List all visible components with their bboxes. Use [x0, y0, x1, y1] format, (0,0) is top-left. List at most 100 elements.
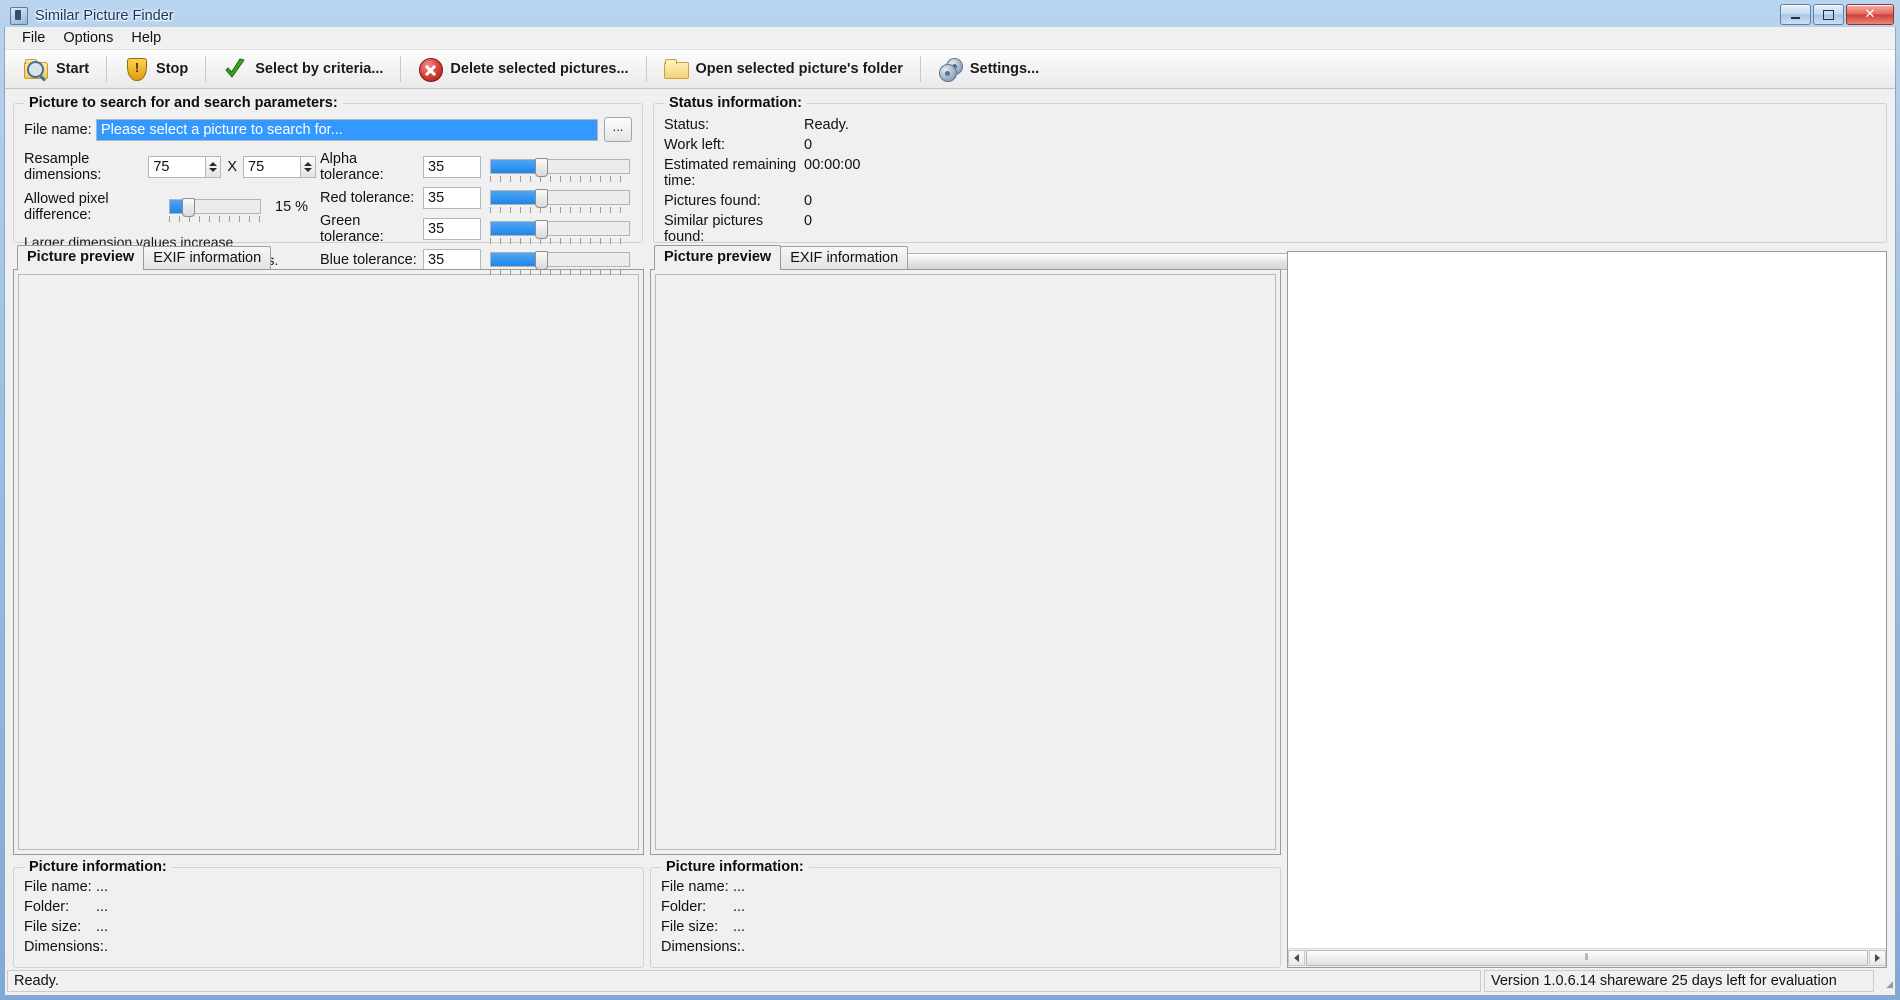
maximize-button[interactable] [1813, 4, 1844, 25]
red-tolerance-slider[interactable] [490, 188, 630, 208]
status-information-group: Status information: Status: Ready. Work … [653, 95, 1887, 243]
tab-picture-preview-source[interactable]: Picture preview [17, 245, 144, 270]
green-tolerance-row: Green tolerance: [320, 213, 632, 245]
results-horizontal-scrollbar[interactable]: ⦀ [1288, 948, 1886, 967]
status-bar: Ready. Version 1.0.6.14 shareware 25 day… [5, 968, 1895, 995]
remaining-time-row: Estimated remaining time: 00:00:00 [664, 157, 1876, 189]
similar-pictures-found-value: 0 [804, 213, 812, 245]
tab-exif-information-match[interactable]: EXIF information [780, 246, 908, 270]
close-button[interactable]: ✕ [1846, 4, 1894, 25]
source-picture-information: Picture information: File name: ... Fold… [13, 859, 644, 968]
toolbar-separator [205, 56, 206, 82]
resample-height-spin-buttons[interactable] [300, 156, 316, 178]
slider-thumb[interactable] [535, 251, 548, 270]
start-button[interactable]: Start [11, 52, 102, 86]
file-size-value: ... [96, 919, 108, 935]
slider-fill [491, 222, 541, 235]
dimensions-label: Dimensions: [661, 939, 733, 955]
red-delete-icon [418, 57, 442, 81]
status-information-legend: Status information: [664, 95, 807, 111]
slider-ticks [490, 207, 630, 213]
folder-row: Folder: ... [661, 899, 1270, 915]
resample-width-stepper[interactable] [148, 156, 221, 178]
folder-label: Folder: [661, 899, 733, 915]
match-picture-info-legend: Picture information: [661, 859, 809, 875]
chevron-right-icon [1875, 954, 1880, 962]
results-listbox[interactable]: ⦀ [1287, 251, 1887, 968]
toolbar-separator [400, 56, 401, 82]
results-panel: ⦀ [1287, 247, 1887, 968]
red-tolerance-row: Red tolerance: [320, 187, 632, 209]
resample-width-input[interactable] [148, 156, 206, 178]
scroll-right-button[interactable] [1869, 950, 1886, 966]
resample-height-input[interactable] [243, 156, 301, 178]
source-picture-preview[interactable] [18, 274, 639, 850]
work-left-label: Work left: [664, 137, 804, 153]
source-picture-info-legend: Picture information: [24, 859, 172, 875]
resize-grip-icon[interactable]: ◢ [1877, 970, 1893, 992]
source-tab-body [13, 269, 644, 855]
resample-width-spin-buttons[interactable] [205, 156, 221, 178]
menu-help[interactable]: Help [122, 28, 170, 48]
file-size-row: File size: ... [661, 919, 1270, 935]
blue-tolerance-slider[interactable] [490, 250, 630, 270]
scrollbar-grip: ⦀ [1585, 953, 1590, 963]
remaining-time-value: 00:00:00 [804, 157, 860, 189]
folder-value: ... [96, 899, 108, 915]
settings-button[interactable]: Settings... [925, 52, 1052, 86]
open-picture-folder-button[interactable]: Open selected picture's folder [651, 52, 916, 86]
slider-thumb[interactable] [535, 220, 548, 239]
results-list-content[interactable] [1288, 252, 1886, 948]
slider-fill [491, 191, 541, 204]
red-tolerance-label: Red tolerance: [320, 190, 423, 206]
match-picture-preview[interactable] [655, 274, 1276, 850]
green-tolerance-input[interactable] [423, 218, 481, 240]
slider-ticks [490, 176, 630, 182]
alpha-tolerance-input[interactable] [423, 156, 481, 178]
scroll-left-button[interactable] [1288, 950, 1305, 966]
select-by-criteria-label: Select by criteria... [255, 61, 383, 77]
tab-exif-information-source[interactable]: EXIF information [143, 246, 271, 270]
stop-button[interactable]: Stop [111, 52, 201, 86]
menu-bar: File Options Help [5, 27, 1895, 50]
toolbar: Start Stop Select by criteria... Delete … [5, 50, 1895, 89]
dimensions-label: Dimensions: [24, 939, 96, 955]
slider-ticks [169, 216, 261, 222]
slider-thumb[interactable] [535, 158, 548, 177]
title-bar: Similar Picture Finder ✕ [4, 4, 1896, 28]
match-picture-info-group: Picture information: File name: ... Fold… [650, 859, 1281, 968]
minimize-icon [1791, 17, 1800, 19]
work-left-row: Work left: 0 [664, 137, 1876, 153]
pixel-difference-slider[interactable] [169, 197, 261, 217]
green-check-icon [223, 57, 247, 81]
file-name-label: File name: [24, 879, 96, 895]
scrollbar-thumb[interactable]: ⦀ [1306, 950, 1868, 966]
file-name-row: File name: ... [661, 879, 1270, 895]
select-by-criteria-button[interactable]: Select by criteria... [210, 52, 396, 86]
minimize-button[interactable] [1780, 4, 1811, 25]
menu-file[interactable]: File [13, 28, 54, 48]
spin-up-icon [304, 162, 312, 166]
slider-thumb[interactable] [182, 198, 195, 217]
file-name-input[interactable] [96, 119, 598, 141]
menu-options[interactable]: Options [54, 28, 122, 48]
tab-picture-preview-match[interactable]: Picture preview [654, 245, 781, 270]
alpha-tolerance-slider[interactable] [490, 157, 630, 177]
delete-selected-pictures-button[interactable]: Delete selected pictures... [405, 52, 641, 86]
folder-label: Folder: [24, 899, 96, 915]
slider-thumb[interactable] [535, 189, 548, 208]
match-picture-information: Picture information: File name: ... Fold… [650, 859, 1281, 968]
resample-height-stepper[interactable] [243, 156, 316, 178]
folder-value: ... [733, 899, 745, 915]
toolbar-separator [646, 56, 647, 82]
open-picture-folder-label: Open selected picture's folder [696, 61, 903, 77]
stop-shield-icon [124, 57, 148, 81]
dimensions-row: Dimensions: ... [661, 939, 1270, 955]
work-left-value: 0 [804, 137, 812, 153]
dimensions-value: ... [96, 939, 108, 955]
red-tolerance-input[interactable] [423, 187, 481, 209]
resample-separator: X [227, 159, 237, 175]
browse-button[interactable]: ... [604, 117, 632, 142]
resample-dimensions-label: Resample dimensions: [24, 151, 148, 183]
green-tolerance-slider[interactable] [490, 219, 630, 239]
